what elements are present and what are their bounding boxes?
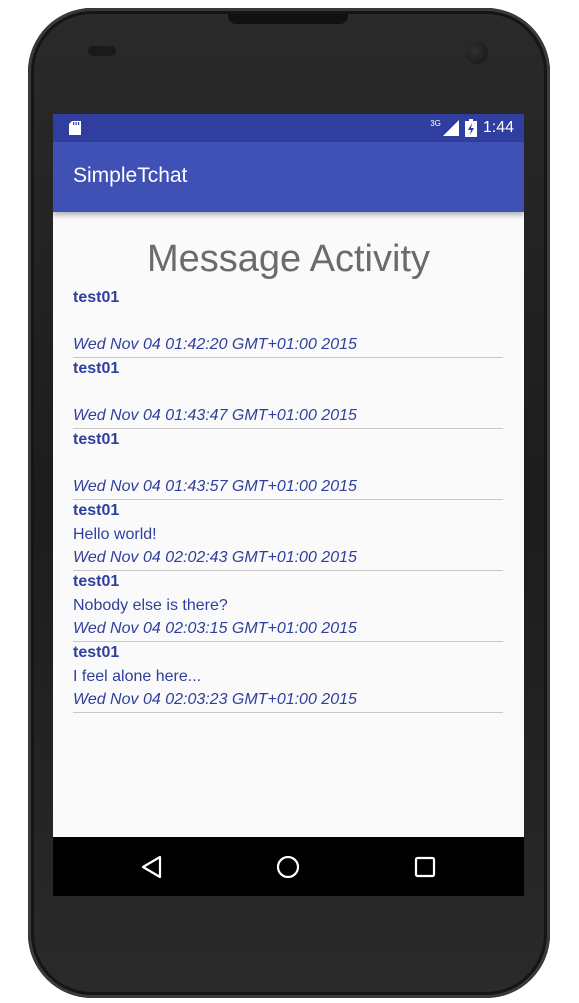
status-time: 1:44 — [482, 119, 514, 136]
message-text: Nobody else is there? — [73, 597, 228, 614]
device-screen: 3G 1:44 SimpleTchat Message Activity tes… — [53, 114, 524, 896]
message-user: test01 — [73, 573, 120, 590]
list-item[interactable]: test01 Wed Nov 04 01:43:57 GMT+01:00 201… — [73, 430, 503, 500]
list-item[interactable]: test01 Nobody else is there? Wed Nov 04 … — [73, 572, 503, 642]
app-bar: SimpleTchat — [53, 142, 524, 212]
message-date: Wed Nov 04 01:42:20 GMT+01:00 2015 — [73, 336, 357, 353]
list-item[interactable]: test01 Wed Nov 04 01:43:47 GMT+01:00 201… — [73, 359, 503, 429]
home-icon — [276, 855, 300, 879]
back-icon — [141, 855, 162, 879]
back-button[interactable] — [135, 851, 167, 883]
message-date: Wed Nov 04 02:03:15 GMT+01:00 2015 — [73, 620, 357, 637]
message-user: test01 — [73, 360, 120, 377]
message-user: test01 — [73, 502, 120, 519]
battery-icon — [464, 119, 477, 137]
page-title: Message Activity — [147, 238, 430, 280]
message-date: Wed Nov 04 02:02:43 GMT+01:00 2015 — [73, 549, 357, 566]
signal-icon — [442, 120, 459, 136]
app-title: SimpleTchat — [73, 164, 188, 187]
front-camera — [466, 42, 488, 64]
message-text: I feel alone here... — [73, 668, 202, 685]
recents-icon — [414, 856, 436, 878]
message-date: Wed Nov 04 02:03:23 GMT+01:00 2015 — [73, 691, 357, 708]
network-type-label: 3G — [430, 118, 441, 128]
message-list[interactable]: test01 Wed Nov 04 01:42:20 GMT+01:00 201… — [73, 288, 503, 713]
message-date: Wed Nov 04 01:43:57 GMT+01:00 2015 — [73, 478, 357, 495]
phone-speaker — [228, 14, 348, 24]
list-item[interactable]: test01 Wed Nov 04 01:42:20 GMT+01:00 201… — [73, 288, 503, 358]
home-button[interactable] — [272, 851, 304, 883]
recents-button[interactable] — [409, 851, 441, 883]
message-user: test01 — [73, 289, 120, 306]
sd-card-icon — [69, 121, 81, 135]
message-text: Hello world! — [73, 526, 157, 543]
list-item[interactable]: test01 Hello world! Wed Nov 04 02:02:43 … — [73, 501, 503, 571]
phone-sensor — [88, 46, 116, 56]
navigation-bar — [53, 837, 524, 896]
message-user: test01 — [73, 644, 120, 661]
message-date: Wed Nov 04 01:43:47 GMT+01:00 2015 — [73, 407, 357, 424]
status-bar: 3G 1:44 — [53, 114, 524, 142]
list-item[interactable]: test01 I feel alone here... Wed Nov 04 0… — [73, 643, 503, 713]
message-user: test01 — [73, 431, 120, 448]
message-content[interactable]: Message Activity test01 Wed Nov 04 01:42… — [53, 212, 524, 837]
